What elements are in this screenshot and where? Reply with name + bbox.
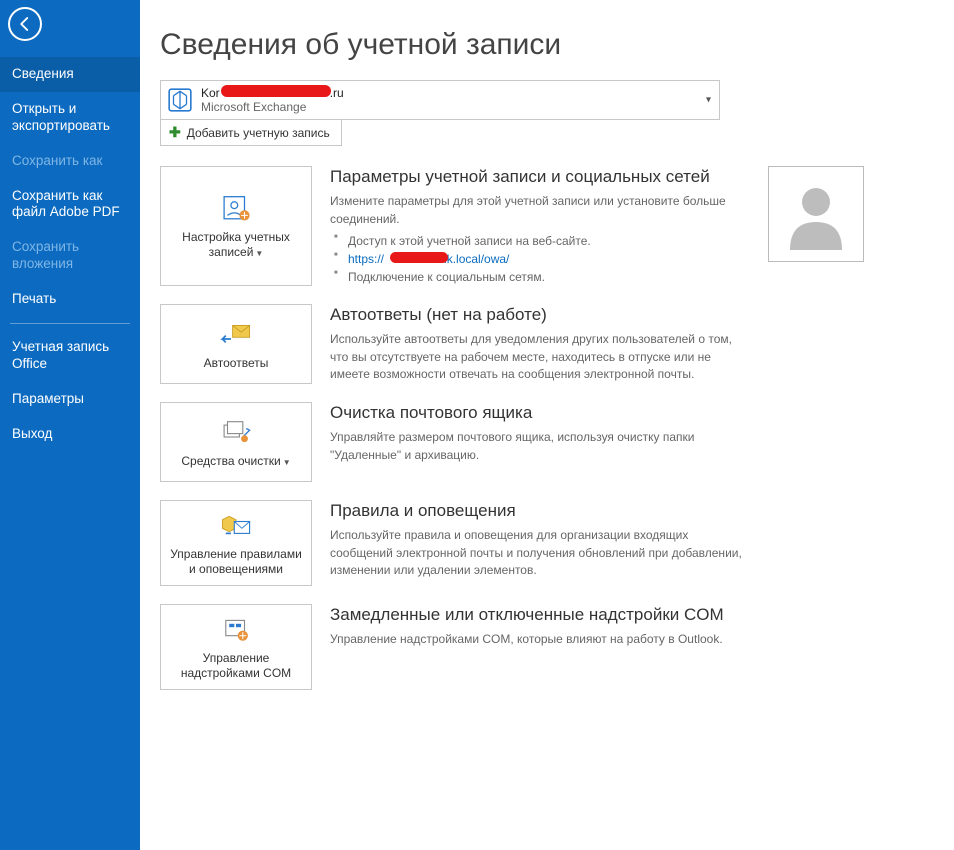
bullet-web-access: Доступ к этой учетной записи на веб-сайт… [330,232,750,250]
arrow-left-icon [16,15,34,33]
account-type: Microsoft Exchange [201,100,344,114]
add-account-button[interactable]: ✚ Добавить учетную запись [160,120,342,146]
exchange-icon [167,87,193,113]
sidebar-item-office-account[interactable]: Учетная запись Office [0,330,140,382]
person-placeholder-icon [780,178,852,250]
page-title: Сведения об учетной записи [160,28,924,62]
account-dropdown[interactable]: Kor.ru Microsoft Exchange ▾ [160,80,720,120]
section-title-rules: Правила и оповещения [330,500,750,521]
section-title-addins: Замедленные или отключенные надстройки C… [330,604,750,625]
section-title-cleanup: Очистка почтового ящика [330,402,750,423]
autoreply-tile[interactable]: Автоответы [160,304,312,384]
section-title-autoreply: Автоответы (нет на работе) [330,304,750,325]
chevron-down-icon: ▼ [283,458,291,468]
cleanup-tile[interactable]: Средства очистки▼ [160,402,312,482]
section-desc-account-settings: Измените параметры для этой учетной запи… [330,193,750,228]
sidebar-item-save-as: Сохранить как [0,144,140,179]
account-email: Kor.ru [201,86,344,100]
section-desc-rules: Используйте правила и оповещения для орг… [330,527,750,579]
sidebar-item-print[interactable]: Печать [0,282,140,317]
sidebar-item-info[interactable]: Сведения [0,57,140,92]
sidebar-item-save-pdf[interactable]: Сохранить как файл Adobe PDF [0,179,140,231]
rules-tile[interactable]: Управление правилами и оповещениями [160,500,312,586]
account-settings-icon [219,194,253,224]
chevron-down-icon: ▾ [706,95,711,106]
section-title-account-settings: Параметры учетной записи и социальных се… [330,166,750,187]
sidebar-item-exit[interactable]: Выход [0,417,140,452]
cleanup-icon [219,418,253,448]
profile-avatar[interactable] [768,166,864,262]
backstage-sidebar: Сведения Открыть и экспортировать Сохран… [0,0,140,850]
section-desc-cleanup: Управляйте размером почтового ящика, исп… [330,429,750,464]
bullet-social: Подключение к социальным сетям. [330,268,750,286]
section-desc-addins: Управление надстройками COM, которые вли… [330,631,750,648]
account-settings-tile[interactable]: Настройка учетных записей▼ [160,166,312,286]
sidebar-item-save-attachments: Сохранить вложения [0,230,140,282]
back-button[interactable] [8,7,42,41]
section-desc-autoreply: Используйте автоответы для уведомления д… [330,331,750,383]
sidebar-item-open-export[interactable]: Открыть и экспортировать [0,92,140,144]
addins-icon [219,615,253,645]
plus-icon: ✚ [169,124,181,141]
rules-icon [219,511,253,541]
com-addins-tile[interactable]: Управление надстройками COM [160,604,312,690]
sidebar-separator [10,323,130,324]
sidebar-item-options[interactable]: Параметры [0,382,140,417]
add-account-label: Добавить учетную запись [187,126,330,140]
redaction-mark [221,85,331,97]
chevron-down-icon: ▼ [255,249,263,259]
redaction-mark [390,252,448,263]
main-content: Сведения об учетной записи Kor.ru Micros… [140,0,954,850]
autoreply-icon [219,320,253,350]
